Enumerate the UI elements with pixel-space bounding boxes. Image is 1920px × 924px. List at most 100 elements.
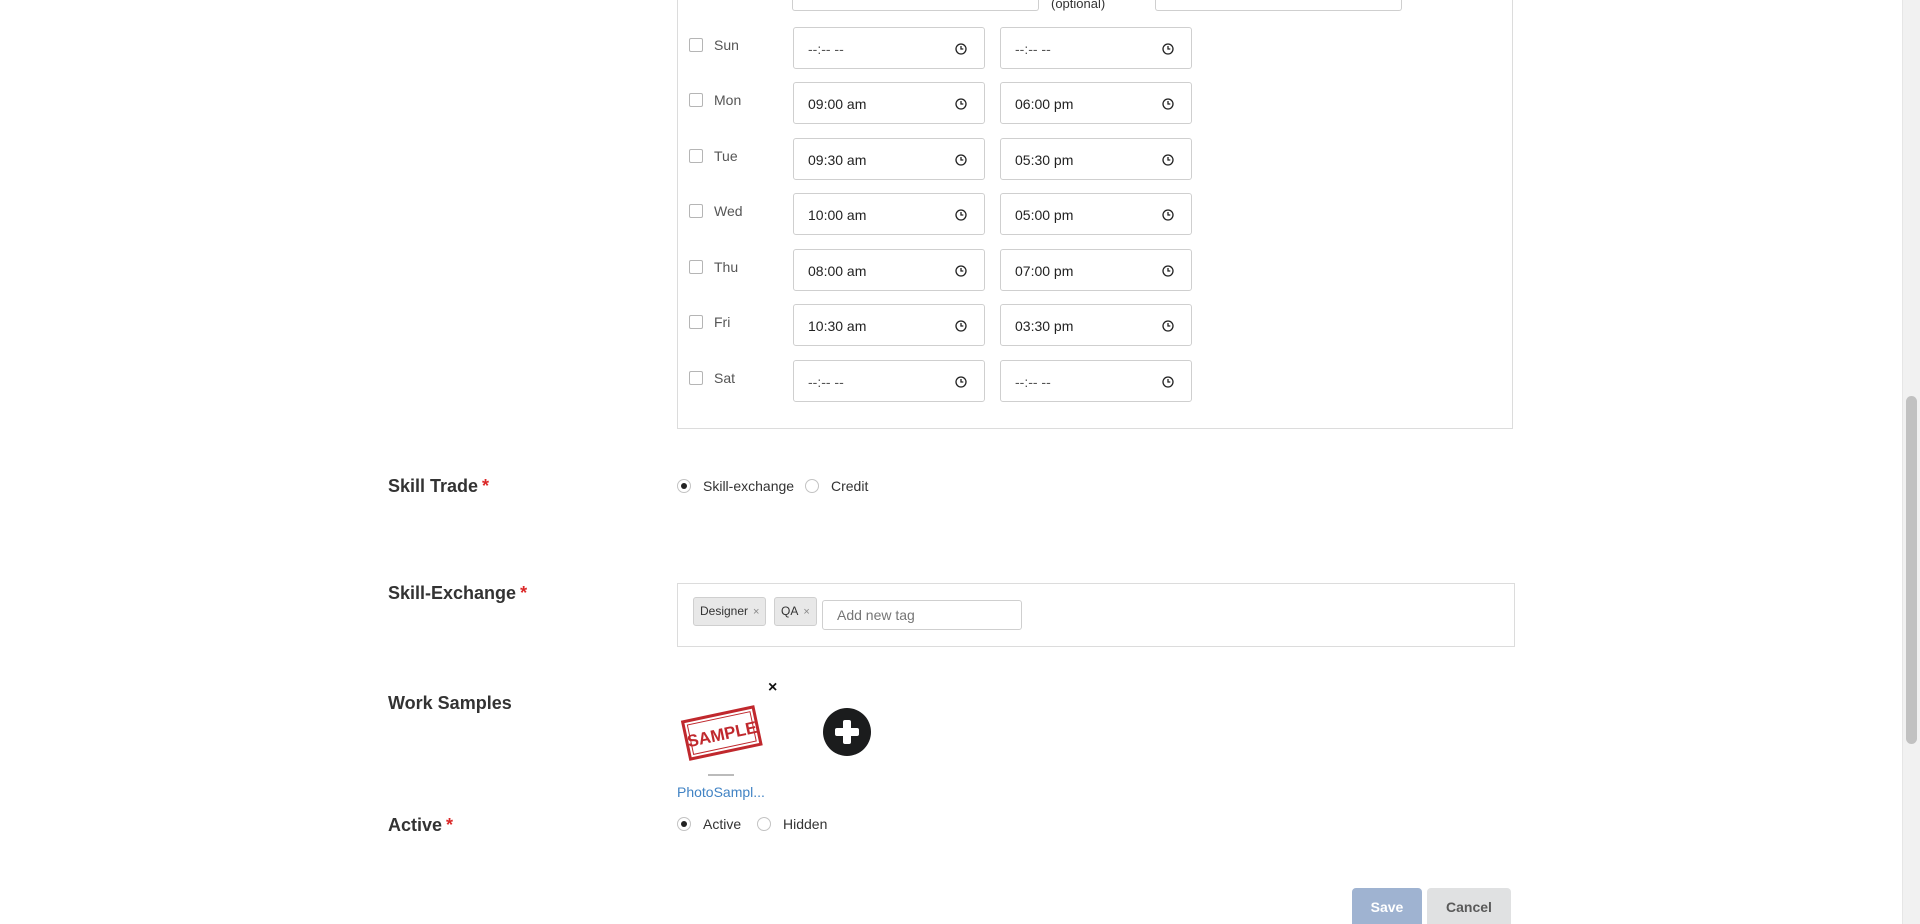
active-label: Active * (388, 815, 453, 836)
clock-icon[interactable] (955, 319, 967, 332)
save-button[interactable]: Save (1352, 888, 1422, 924)
day-checkbox[interactable] (689, 149, 703, 163)
tag-designer: Designer × (693, 597, 767, 626)
credit-radio-label[interactable]: Credit (831, 478, 868, 494)
availability-row-mon: Mon 09:00 am 06:00 pm (678, 82, 1514, 126)
day-label: Thu (714, 259, 739, 275)
day-label: Tue (714, 148, 738, 164)
clock-icon[interactable] (1162, 264, 1174, 277)
clock-icon[interactable] (1162, 42, 1174, 55)
start-time-value: 10:00 am (808, 207, 867, 223)
day-label: Mon (714, 92, 742, 108)
start-time-value: 09:00 am (808, 96, 867, 112)
tag-label: Designer (700, 604, 749, 618)
day-label: Wed (714, 203, 743, 219)
availability-row-thu: Thu 08:00 am 07:00 pm (678, 249, 1514, 293)
skill-exchange-label-text: Skill-Exchange (388, 583, 517, 603)
end-time-input[interactable]: 07:00 pm (1000, 249, 1192, 291)
day-checkbox[interactable] (689, 371, 703, 385)
required-mark: * (446, 815, 454, 835)
end-time-value: 06:00 pm (1015, 96, 1074, 112)
plus-circle-icon[interactable] (823, 708, 871, 756)
clock-icon[interactable] (955, 375, 967, 388)
start-time-value: 10:30 am (808, 318, 867, 334)
end-time-value: --:-- -- (1015, 41, 1051, 57)
end-time-input[interactable]: --:-- -- (1000, 360, 1192, 402)
active-radio-label[interactable]: Active (703, 816, 741, 832)
start-time-input[interactable]: --:-- -- (793, 360, 985, 402)
start-time-input[interactable]: 09:30 am (793, 138, 985, 180)
start-time-input[interactable]: 08:00 am (793, 249, 985, 291)
clock-icon[interactable] (1162, 97, 1174, 110)
page-scrollbar[interactable] (1902, 0, 1920, 924)
add-tag-input[interactable] (822, 600, 1022, 630)
tag-label: QA (781, 604, 799, 618)
end-time-value: --:-- -- (1015, 374, 1051, 390)
tag-remove-icon[interactable]: × (803, 606, 809, 618)
end-time-input[interactable]: 05:00 pm (1000, 193, 1192, 235)
clock-icon[interactable] (955, 42, 967, 55)
skill-trade-label-text: Skill Trade (388, 476, 479, 496)
start-time-input[interactable]: 10:00 am (793, 193, 985, 235)
cancel-button[interactable]: Cancel (1427, 888, 1511, 924)
work-samples-label-text: Work Samples (388, 693, 512, 713)
hidden-radio-label[interactable]: Hidden (783, 816, 827, 832)
start-time-input[interactable]: --:-- -- (793, 27, 985, 69)
required-mark: * (520, 583, 528, 603)
day-label: Sun (714, 37, 739, 53)
start-time-value: --:-- -- (808, 374, 844, 390)
skill-exchange-label: Skill-Exchange * (388, 583, 527, 604)
tag-qa: QA × (774, 597, 817, 626)
end-time-input[interactable]: 06:00 pm (1000, 82, 1192, 124)
availability-row-sun: Sun --:-- -- --:-- -- (678, 27, 1514, 71)
day-label: Sat (714, 370, 736, 386)
skill-exchange-radio-label[interactable]: Skill-exchange (703, 478, 794, 494)
end-time-value: 05:00 pm (1015, 207, 1074, 223)
end-time-input[interactable]: --:-- -- (1000, 27, 1192, 69)
clock-icon[interactable] (1162, 319, 1174, 332)
start-time-value: 08:00 am (808, 263, 867, 279)
clock-icon[interactable] (955, 97, 967, 110)
day-checkbox[interactable] (689, 260, 703, 274)
remove-sample-icon[interactable]: × (768, 680, 777, 696)
clock-icon[interactable] (1162, 153, 1174, 166)
end-time-input[interactable]: 05:30 pm (1000, 138, 1192, 180)
credit-radio[interactable] (805, 479, 819, 493)
skill-exchange-radio[interactable] (677, 479, 691, 493)
end-time-value: 07:00 pm (1015, 263, 1074, 279)
start-time-value: 09:30 am (808, 152, 867, 168)
clock-icon[interactable] (1162, 208, 1174, 221)
end-time-input[interactable]: 03:30 pm (1000, 304, 1192, 346)
clock-icon[interactable] (955, 153, 967, 166)
day-checkbox[interactable] (689, 315, 703, 329)
end-time-value: 05:30 pm (1015, 152, 1074, 168)
clock-icon[interactable] (1162, 375, 1174, 388)
availability-row-tue: Tue 09:30 am 05:30 pm (678, 138, 1514, 182)
profile-edit-page: (optional) Sun --:-- -- --:-- -- Mon 09:00 a… (0, 0, 1920, 924)
day-label: Fri (714, 314, 731, 330)
work-sample-link[interactable]: PhotoSampl... (677, 784, 765, 800)
active-label-text: Active (388, 815, 443, 835)
scrollbar-thumb[interactable] (1906, 396, 1917, 744)
work-sample-thumbnail[interactable]: SAMPLE (680, 696, 764, 780)
day-checkbox[interactable] (689, 38, 703, 52)
hidden-radio[interactable] (757, 817, 771, 831)
sample-stamp-image: SAMPLE (680, 705, 763, 776)
clock-icon[interactable] (955, 264, 967, 277)
required-mark: * (482, 476, 490, 496)
availability-row-sat: Sat --:-- -- --:-- -- (678, 360, 1514, 404)
tag-remove-icon[interactable]: × (753, 606, 759, 618)
start-time-value: --:-- -- (808, 41, 844, 57)
start-time-input[interactable]: 09:00 am (793, 82, 985, 124)
active-radio[interactable] (677, 817, 691, 831)
clock-icon[interactable] (955, 208, 967, 221)
day-checkbox[interactable] (689, 204, 703, 218)
skill-exchange-tags-box: Designer × QA × (677, 583, 1515, 647)
day-checkbox[interactable] (689, 93, 703, 107)
work-samples-label: Work Samples (388, 693, 512, 714)
availability-row-wed: Wed 10:00 am 05:00 pm (678, 193, 1514, 237)
end-time-value: 03:30 pm (1015, 318, 1074, 334)
skill-trade-label: Skill Trade * (388, 476, 489, 497)
availability-box: Sun --:-- -- --:-- -- Mon 09:00 am 06:00 pm Tu… (677, 0, 1513, 429)
start-time-input[interactable]: 10:30 am (793, 304, 985, 346)
